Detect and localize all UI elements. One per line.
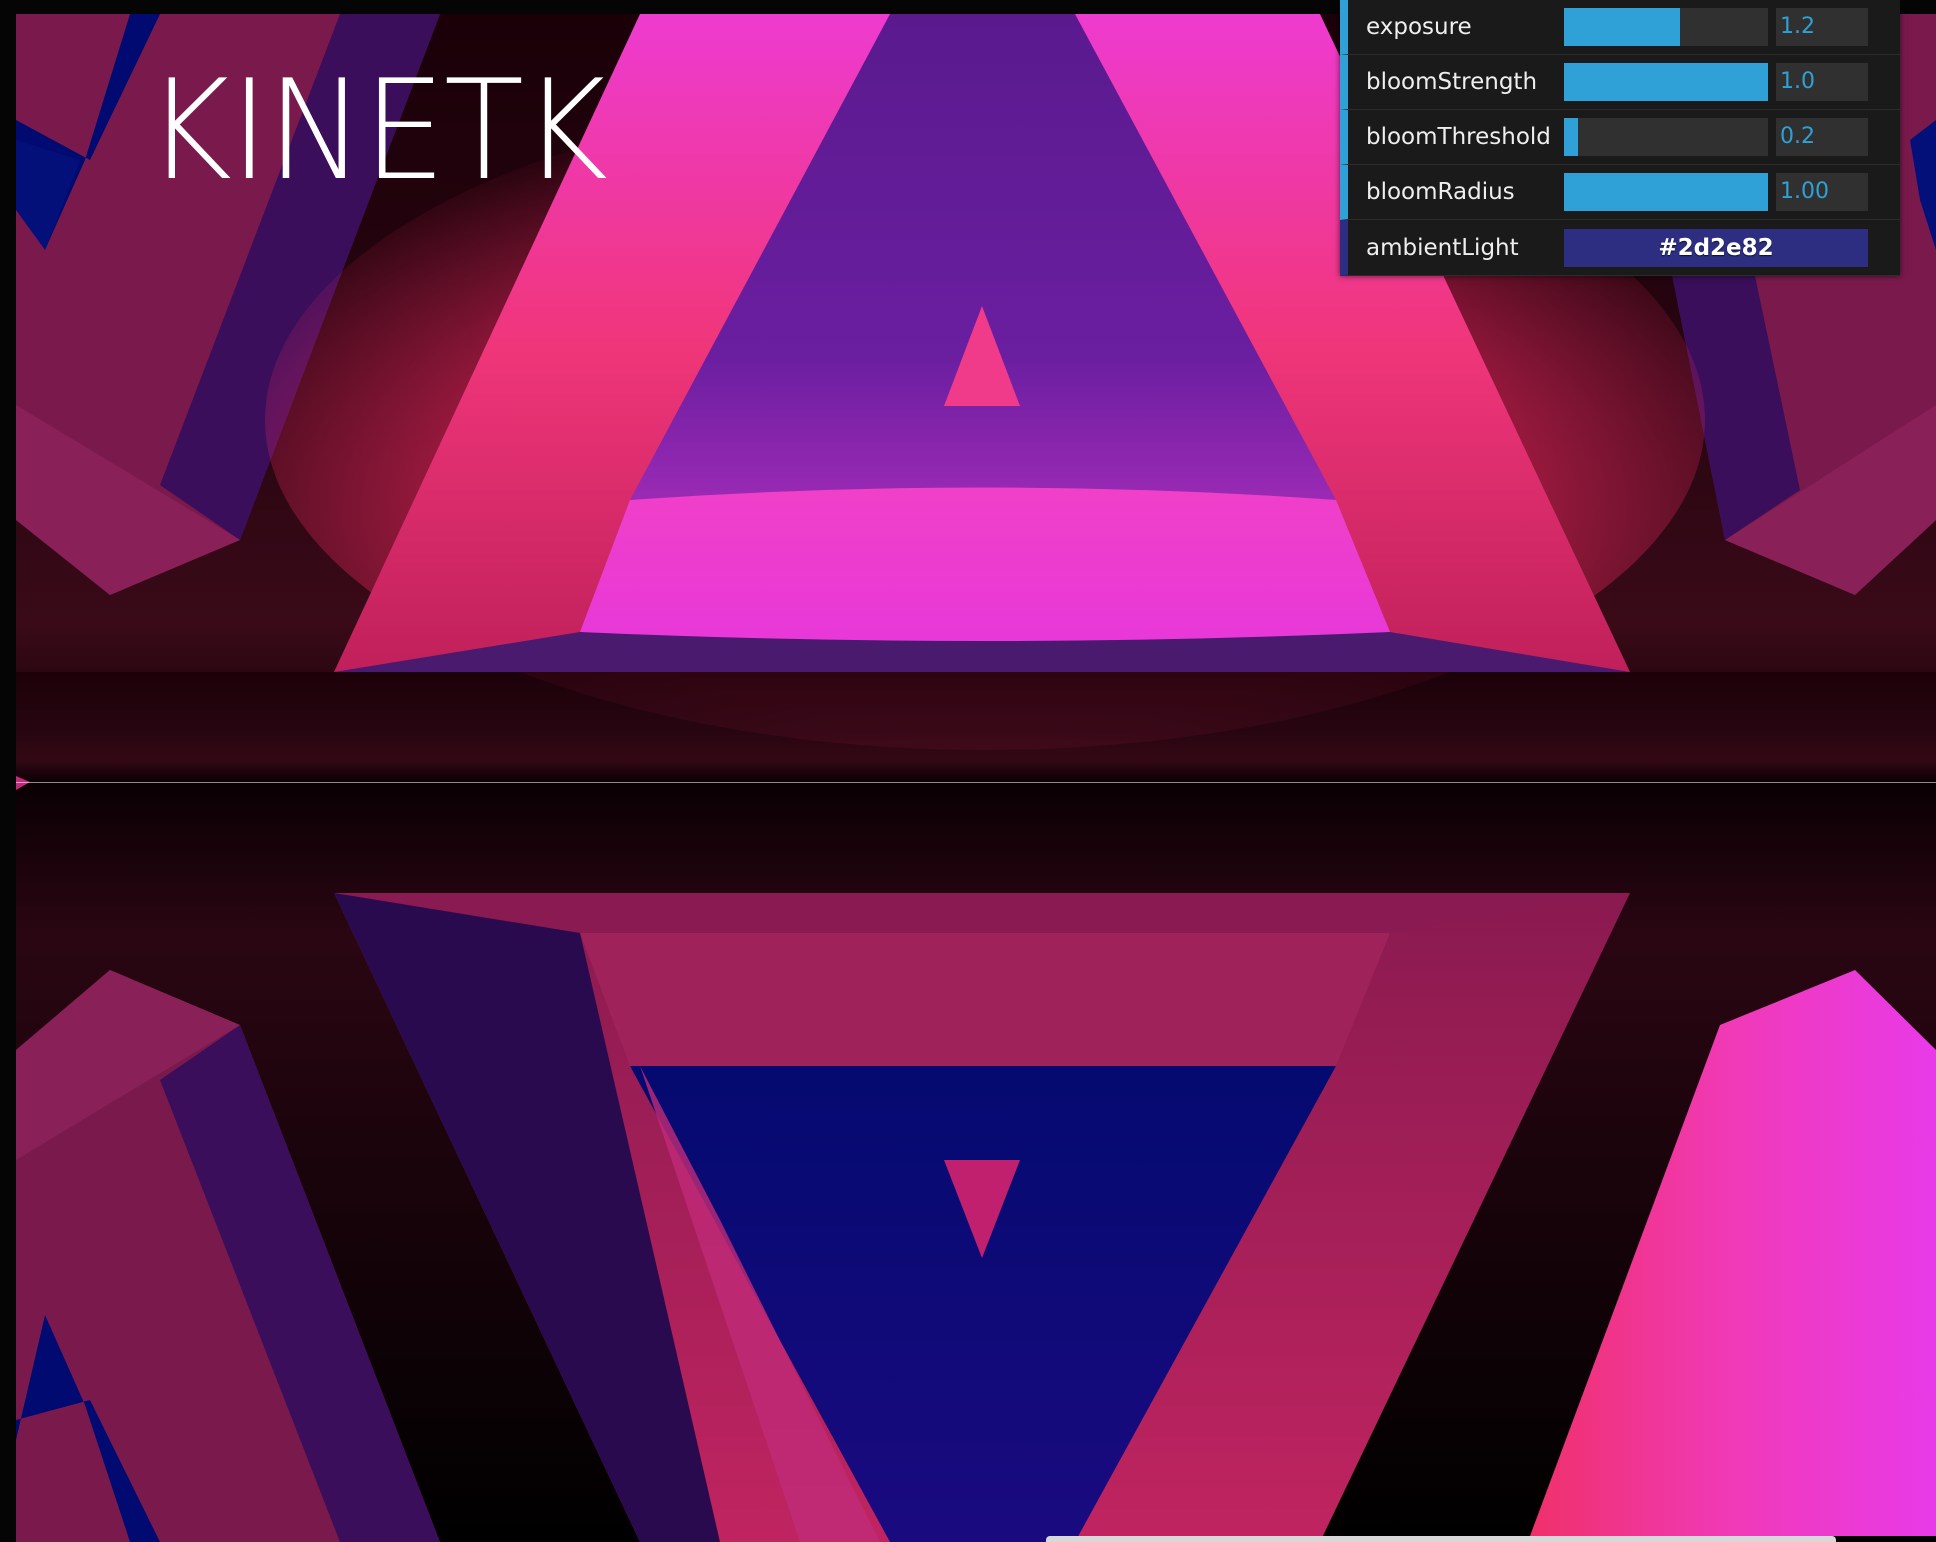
exposure-slider[interactable] (1564, 8, 1768, 46)
mirror-horizon-line (16, 782, 1936, 783)
control-label: bloomRadius (1366, 179, 1515, 205)
bloomthreshold-value-input[interactable]: 0.2 (1776, 118, 1868, 156)
render-viewport[interactable]: KINETK exposure 1.2 bloomStrength 1.0 bl… (0, 0, 1936, 1542)
bloomstrength-slider[interactable] (1564, 63, 1768, 101)
control-row-ambientlight: ambientLight #2d2e82 (1340, 220, 1900, 276)
slider-fill (1564, 8, 1681, 46)
bloomthreshold-slider[interactable] (1564, 118, 1768, 156)
control-label: ambientLight (1366, 234, 1519, 261)
control-label: exposure (1366, 14, 1472, 40)
control-row-bloomthreshold: bloomThreshold 0.2 (1340, 110, 1900, 165)
control-row-bloomradius: bloomRadius 1.00 (1340, 165, 1900, 220)
slider-fill (1564, 173, 1768, 211)
controls-panel: exposure 1.2 bloomStrength 1.0 bloomThre… (1340, 0, 1900, 276)
slider-fill (1564, 63, 1768, 101)
kinetk-logo: KINETK (146, 50, 608, 211)
slider-fill (1564, 118, 1579, 156)
bloomradius-value-input[interactable]: 1.00 (1776, 173, 1868, 211)
bloomstrength-value-input[interactable]: 1.0 (1776, 63, 1868, 101)
bottom-toolbar-edge (1046, 1536, 1836, 1542)
control-row-bloomstrength: bloomStrength 1.0 (1340, 55, 1900, 110)
exposure-value-input[interactable]: 1.2 (1776, 8, 1868, 46)
ambientlight-color-swatch[interactable]: #2d2e82 (1564, 228, 1868, 267)
control-label: bloomThreshold (1366, 124, 1551, 150)
bloomradius-slider[interactable] (1564, 173, 1768, 211)
control-row-exposure: exposure 1.2 (1340, 0, 1900, 55)
window-left-edge (0, 0, 16, 1542)
control-label: bloomStrength (1366, 69, 1538, 95)
